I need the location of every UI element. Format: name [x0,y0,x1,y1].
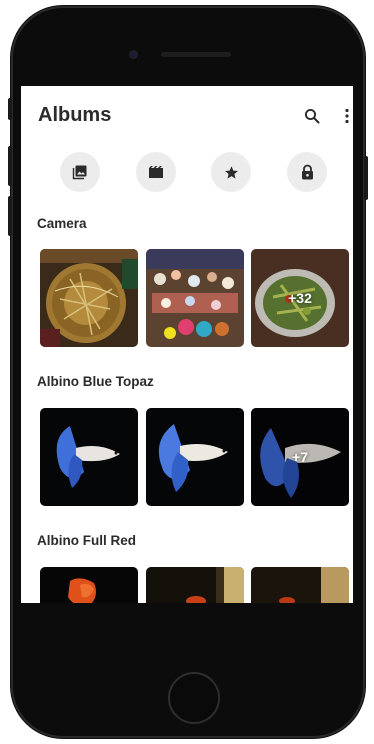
quick-filter-row [21,152,353,192]
photo-thumbnail[interactable] [146,408,244,506]
page-title: Albums [38,104,112,126]
screen: Albums Camera +32 Albino Blue Topaz +7 A… [21,86,353,603]
home-button [168,672,220,724]
photo-thumbnail[interactable] [251,567,349,603]
photos-filter-button[interactable] [60,152,100,192]
mute-switch [8,98,12,120]
star-icon [224,165,238,179]
photo-thumbnail[interactable] [146,567,244,603]
photo-thumbnail[interactable] [40,408,138,506]
photo-thumbnail[interactable]: +7 [251,408,349,506]
front-camera [130,51,137,58]
power-button [364,156,368,200]
volume-down-button [8,196,12,236]
photo-icon [72,165,87,180]
search-button[interactable] [302,106,322,126]
more-options-button[interactable] [337,106,353,126]
more-photos-count: +32 [251,249,349,347]
videos-filter-button[interactable] [136,152,176,192]
volume-up-button [8,146,12,186]
video-icon [149,166,163,178]
album-grid-albino-blue-topaz: +7 [40,408,350,506]
app-bar: Albums [21,86,353,146]
search-icon [304,108,320,124]
photo-thumbnail[interactable] [40,249,138,347]
photo-thumbnail[interactable] [40,567,138,603]
favorites-filter-button[interactable] [211,152,251,192]
album-title-albino-full-red[interactable]: Albino Full Red [37,533,136,548]
photo-thumbnail[interactable] [146,249,244,347]
more-vert-icon [345,108,349,124]
earpiece-speaker [161,52,231,57]
album-title-camera[interactable]: Camera [37,216,87,231]
more-photos-count: +7 [251,408,349,506]
photo-thumbnail[interactable]: +32 [251,249,349,347]
locked-filter-button[interactable] [287,152,327,192]
lock-icon [301,164,313,180]
album-title-albino-blue-topaz[interactable]: Albino Blue Topaz [37,374,154,389]
album-grid-albino-full-red [40,567,350,603]
album-grid-camera: +32 [40,249,350,347]
